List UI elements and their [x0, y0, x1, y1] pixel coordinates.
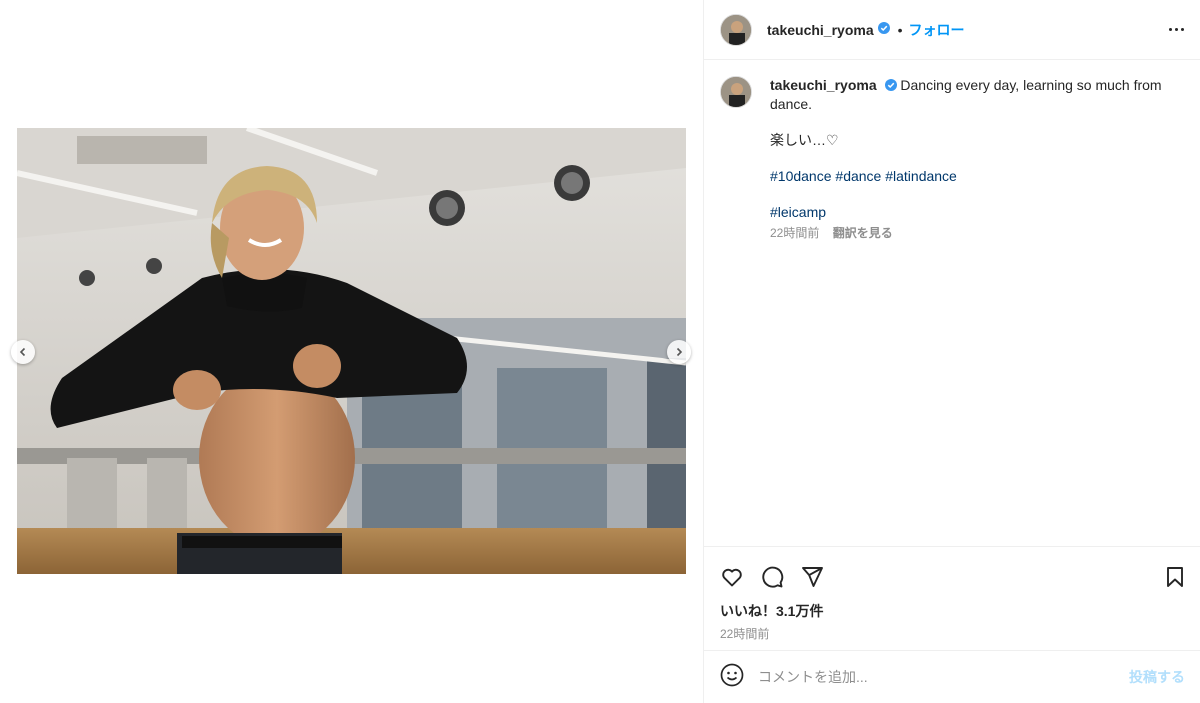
share-icon[interactable] [800, 565, 824, 594]
hashtag-link[interactable]: #latindance [885, 168, 957, 184]
heart-icon[interactable] [720, 565, 744, 594]
hashtag-link[interactable]: #10dance [770, 168, 832, 184]
verified-icon [884, 77, 897, 95]
caption-body: takeuchi_ryoma Dancing every day, learni… [770, 76, 1185, 242]
post-comment-button[interactable]: 投稿する [1129, 667, 1185, 687]
bookmark-icon[interactable] [1163, 565, 1187, 594]
post-photo[interactable] [17, 128, 686, 574]
hashtag-line: #10dance #dance #latindance [770, 167, 1185, 185]
post-timestamp[interactable]: 22時間前 [704, 625, 1200, 642]
avatar[interactable] [720, 13, 752, 46]
post-details-panel: takeuchi_ryoma • フォロー takeuchi_ryoma Dan… [703, 0, 1200, 703]
comment-form: 投稿する [704, 650, 1200, 703]
actions-section: いいね！3.1万件 22時間前 [704, 546, 1200, 642]
hashtag-line: #leicamp [770, 203, 1185, 221]
comment-input[interactable] [758, 669, 1129, 685]
hashtag-link[interactable]: #leicamp [770, 204, 826, 220]
previous-photo-button[interactable] [11, 340, 35, 364]
caption-line: 楽しい…♡ [770, 132, 839, 149]
caption-time: 22時間前 [770, 226, 820, 241]
follow-button[interactable]: フォロー [909, 20, 965, 40]
comment-icon[interactable] [760, 565, 784, 594]
avatar-image [721, 14, 751, 45]
hashtag-link[interactable]: #dance [835, 168, 881, 184]
caption-username[interactable]: takeuchi_ryoma [770, 77, 877, 93]
caption-avatar[interactable] [720, 76, 752, 108]
next-photo-button[interactable] [667, 340, 691, 364]
avatar-image [721, 77, 751, 107]
dance-studio-photo [17, 128, 686, 574]
verified-icon [877, 21, 890, 39]
post-caption: takeuchi_ryoma Dancing every day, learni… [720, 76, 1185, 242]
more-options-icon[interactable] [1169, 28, 1184, 31]
chevron-left-icon [19, 347, 26, 357]
caption-meta: 22時間前 翻訳を見る [770, 224, 1185, 242]
like-count[interactable]: いいね！3.1万件 [704, 601, 1200, 621]
separator-dot: • [897, 21, 903, 38]
chevron-right-icon [676, 347, 683, 357]
username-link[interactable]: takeuchi_ryoma [767, 22, 874, 38]
post-header: takeuchi_ryoma • フォロー [704, 0, 1200, 60]
translate-link[interactable]: 翻訳を見る [833, 226, 893, 240]
media-pane [0, 0, 703, 703]
action-bar [704, 547, 1200, 599]
emoji-icon[interactable] [720, 663, 744, 692]
